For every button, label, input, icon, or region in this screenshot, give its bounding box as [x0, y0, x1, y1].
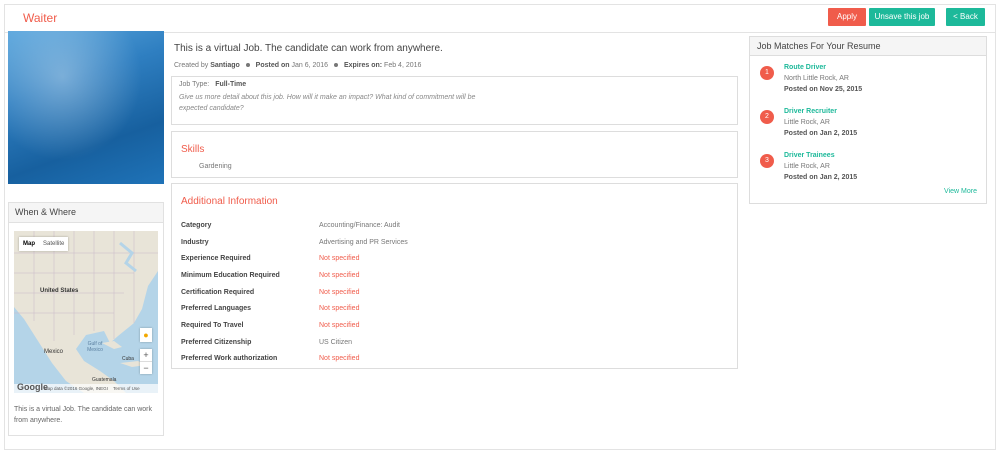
when-where-panel: When & Where United States Mexico Gulf o… — [8, 202, 164, 436]
table-row: Industry Advertising and PR Services — [181, 234, 408, 251]
match-number-badge: 3 — [760, 154, 774, 168]
job-description-box: Job Type: Full-Time Give us more detail … — [171, 76, 738, 125]
match-location: Little Rock, AR — [784, 163, 830, 170]
google-logo: Google — [17, 382, 48, 392]
job-type-label: Job Type: — [179, 81, 210, 88]
job-matches-panel: Job Matches For Your Resume 1 Route Driv… — [749, 36, 987, 204]
skills-heading: Skills — [181, 144, 205, 155]
job-title: Waiter — [23, 11, 58, 25]
job-image — [8, 31, 164, 184]
map-label-mexico: Mexico — [44, 349, 64, 355]
table-row: Experience Required Not specified — [181, 250, 408, 267]
info-value: Not specified — [319, 288, 360, 296]
match-date: Posted on Nov 25, 2015 — [784, 86, 863, 93]
created-by-label: Created by — [174, 62, 209, 69]
map-label-united-states: United States — [40, 288, 79, 294]
info-value: Accounting/Finance: Audit — [319, 221, 400, 229]
job-headline: This is a virtual Job. The candidate can… — [174, 43, 443, 54]
map-attribution: Map data ©2016 Google, INEGI — [44, 386, 108, 391]
posted-label: Posted on — [255, 62, 290, 69]
match-location: Little Rock, AR — [784, 119, 830, 126]
info-value: Advertising and PR Services — [319, 238, 408, 246]
view-more-link[interactable]: View More — [944, 188, 977, 195]
when-where-heading: When & Where — [9, 203, 163, 223]
table-row: Preferred Citizenship US Citizen — [181, 334, 408, 351]
info-value: Not specified — [319, 271, 360, 279]
match-date: Posted on Jan 2, 2015 — [784, 174, 858, 181]
info-label: Industry — [181, 238, 209, 246]
skills-panel: Skills Gardening — [171, 131, 738, 178]
info-label: Experience Required — [181, 255, 251, 263]
match-title-link[interactable]: Route Driver — [784, 64, 826, 71]
map-tab-satellite[interactable]: Satellite — [39, 237, 68, 251]
additional-info-table: Category Accounting/Finance: Audit Indust… — [181, 217, 408, 367]
info-label: Preferred Languages — [181, 305, 252, 313]
expires-label: Expires on: — [343, 62, 383, 69]
map-label-cuba: Cuba — [122, 356, 134, 362]
job-type: Job Type: Full-Time — [179, 81, 246, 88]
separator-dot — [245, 63, 250, 68]
additional-info-panel: Additional Information Category Accountin… — [171, 183, 738, 369]
match-number-badge: 2 — [760, 110, 774, 124]
back-button[interactable]: < Back — [946, 8, 985, 26]
separator-dot — [334, 63, 339, 68]
map-type-tabs: Map Satellite — [19, 237, 69, 251]
info-label: Certification Required — [181, 288, 255, 296]
table-row: Certification Required Not specified — [181, 284, 408, 301]
table-row: Required To Travel Not specified — [181, 317, 408, 334]
table-row: Preferred Work authorization Not specifie… — [181, 351, 408, 368]
match-title-link[interactable]: Driver Trainees — [784, 152, 835, 159]
left-column: When & Where United States Mexico Gulf o… — [8, 31, 164, 436]
additional-info-heading: Additional Information — [181, 196, 278, 207]
info-label: Category — [181, 221, 212, 229]
job-matches-heading: Job Matches For Your Resume — [750, 37, 986, 56]
match-location: North Little Rock, AR — [784, 75, 849, 82]
info-value: US Citizen — [319, 338, 353, 346]
map-terms-link[interactable]: Terms of Use — [113, 386, 140, 391]
info-label: Required To Travel — [181, 321, 244, 329]
map-label-guatemala: Guatemala — [92, 377, 117, 383]
info-label: Minimum Education Required — [181, 271, 280, 279]
created-by-name: Santiago — [210, 62, 240, 69]
table-row: Preferred Languages Not specified — [181, 300, 408, 317]
unsave-job-button[interactable]: Unsave this job — [869, 8, 935, 26]
info-label: Preferred Work authorization — [181, 355, 278, 363]
map-land — [14, 231, 158, 393]
info-value: Not specified — [319, 255, 360, 263]
map-tab-map[interactable]: Map — [19, 237, 39, 251]
match-date: Posted on Jan 2, 2015 — [784, 130, 858, 137]
apply-button[interactable]: Apply — [828, 8, 866, 26]
info-value: Not specified — [319, 321, 360, 329]
posted-date: Jan 6, 2016 — [291, 62, 329, 69]
info-value: Not specified — [319, 355, 360, 363]
zoom-in-button[interactable]: + — [140, 349, 152, 361]
job-meta: Created by Santiago Posted on Jan 6, 201… — [174, 62, 421, 69]
job-type-value: Full-Time — [215, 81, 247, 88]
map-zoom-control: + − — [140, 349, 152, 374]
table-row: Category Accounting/Finance: Audit — [181, 217, 408, 234]
map-label-gulf: Gulf of Mexico — [87, 341, 103, 353]
info-label: Preferred Citizenship — [181, 338, 252, 346]
table-row: Minimum Education Required Not specified — [181, 267, 408, 284]
zoom-out-button[interactable]: − — [140, 361, 152, 374]
job-description: Give us more detail about this job. How … — [179, 94, 476, 112]
location-map[interactable]: United States Mexico Gulf of Mexico Cuba… — [14, 231, 158, 393]
match-number-badge: 1 — [760, 66, 774, 80]
match-title-link[interactable]: Driver Recruiter — [784, 108, 837, 115]
top-bar: Waiter Apply Unsave this job < Back — [5, 5, 995, 33]
street-view-pegman-icon[interactable]: ● — [140, 328, 152, 342]
info-value: Not specified — [319, 305, 360, 313]
expires-date: Feb 4, 2016 — [384, 62, 422, 69]
when-where-description: This is a virtual Job. The candidate can… — [14, 406, 152, 424]
skill-item: Gardening — [199, 163, 232, 170]
